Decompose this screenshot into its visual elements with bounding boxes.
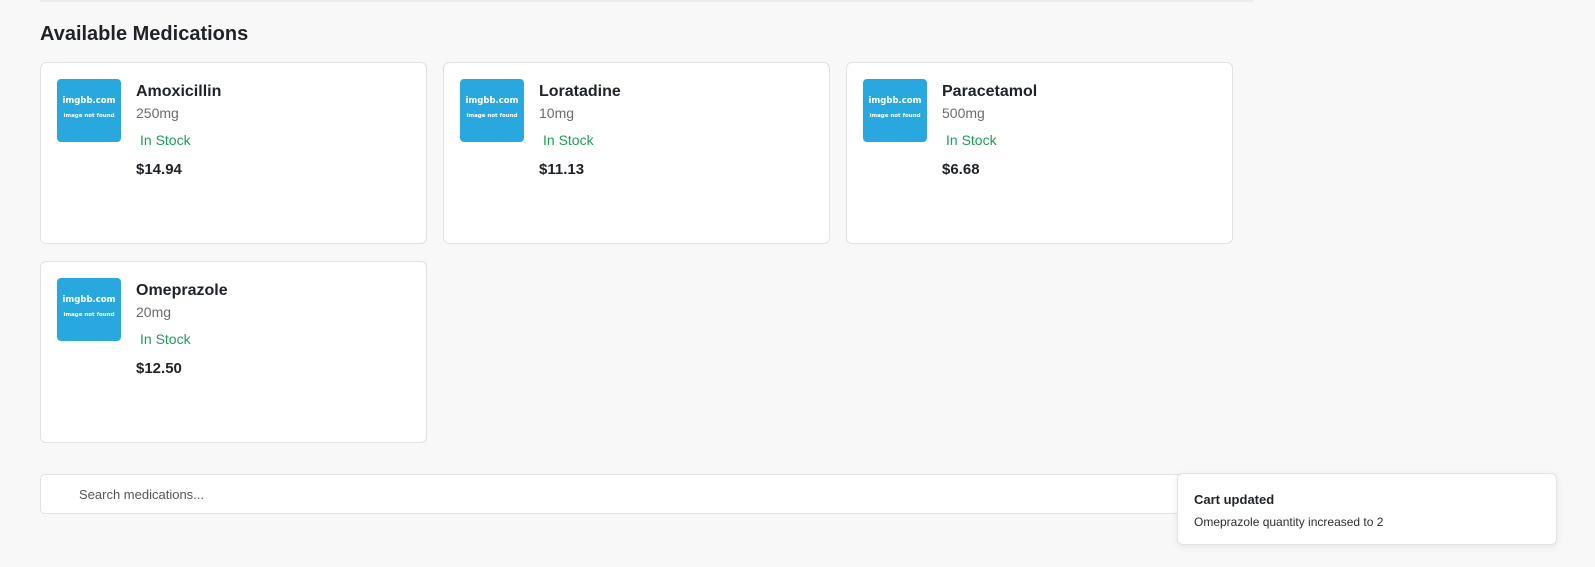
image-placeholder-title: imgbb.com (868, 96, 922, 106)
medication-name: Loratadine (539, 83, 621, 100)
top-divider (40, 0, 1254, 2)
medication-dose: 500mg (942, 105, 985, 121)
search-container (40, 474, 1254, 514)
medication-price: $6.68 (942, 161, 980, 178)
medication-name: Omeprazole (136, 282, 228, 299)
medication-price: $14.94 (136, 161, 182, 178)
toast-message: Omeprazole quantity increased to 2 (1194, 515, 1384, 529)
image-placeholder-title: imgbb.com (62, 295, 116, 305)
medication-card-loratadine[interactable]: imgbb.com image not found Loratadine 10m… (443, 62, 830, 244)
medication-dose: 250mg (136, 105, 179, 121)
page-title: Available Medications (40, 23, 249, 45)
stock-status: In Stock (140, 132, 191, 148)
medication-card-paracetamol[interactable]: imgbb.com image not found Paracetamol 50… (846, 62, 1233, 244)
medication-price: $11.13 (539, 161, 585, 178)
image-placeholder-title: imgbb.com (465, 96, 519, 106)
medication-name: Amoxicillin (136, 83, 222, 100)
image-placeholder-subtitle: image not found (466, 113, 518, 119)
medication-name: Paracetamol (942, 83, 1038, 100)
medication-card-omeprazole[interactable]: imgbb.com image not found Omeprazole 20m… (40, 261, 427, 443)
medication-grid: imgbb.com image not found Amoxicillin 25… (40, 62, 1256, 443)
medication-image-placeholder: imgbb.com image not found (863, 79, 927, 142)
stock-status: In Stock (543, 132, 594, 148)
stock-status: In Stock (140, 331, 191, 347)
search-input[interactable] (41, 475, 1253, 513)
stock-status: In Stock (946, 132, 997, 148)
medication-dose: 10mg (539, 105, 575, 121)
medications-page: Available Medications imgbb.com image no… (0, 0, 1595, 567)
medication-image-placeholder: imgbb.com image not found (57, 278, 121, 341)
medication-card-amoxicillin[interactable]: imgbb.com image not found Amoxicillin 25… (40, 62, 427, 244)
image-placeholder-subtitle: image not found (869, 113, 921, 119)
medication-image-placeholder: imgbb.com image not found (460, 79, 524, 142)
toast-title: Cart updated (1194, 492, 1275, 507)
image-placeholder-title: imgbb.com (62, 96, 116, 106)
cart-updated-toast: Cart updated Omeprazole quantity increas… (1177, 473, 1557, 545)
medication-image-placeholder: imgbb.com image not found (57, 79, 121, 142)
medication-dose: 20mg (136, 304, 172, 320)
image-placeholder-subtitle: image not found (63, 113, 115, 119)
image-placeholder-subtitle: image not found (63, 312, 115, 318)
medication-price: $12.50 (136, 360, 182, 377)
